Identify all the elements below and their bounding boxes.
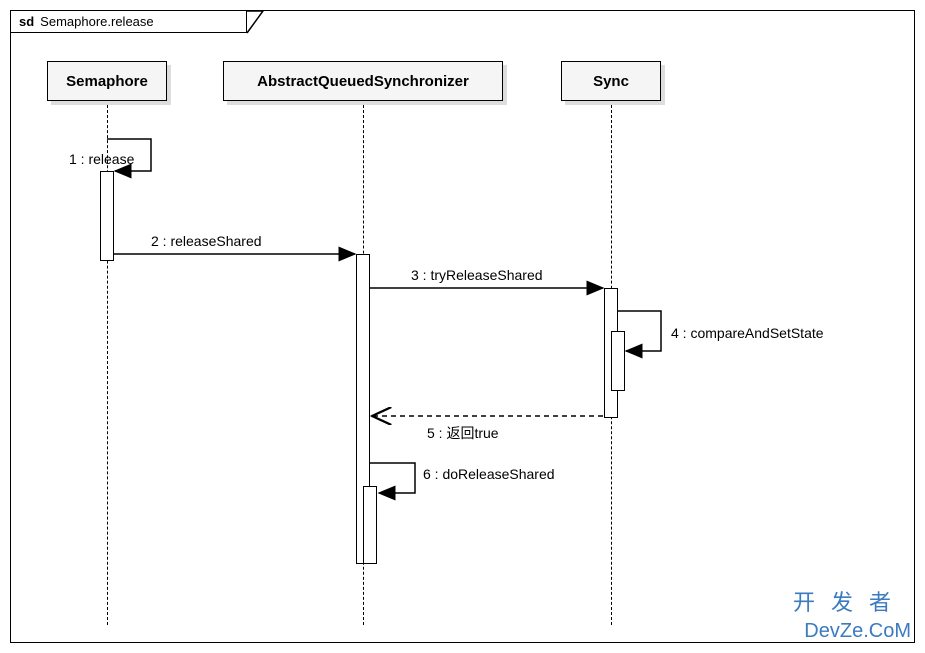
participant-sync: Sync	[561, 61, 661, 101]
msg-releaseShared: 2 : releaseShared	[151, 233, 262, 249]
diagram-title: Semaphore.release	[40, 14, 153, 29]
msg-tryReleaseShared: 3 : tryReleaseShared	[411, 267, 543, 283]
diagram-frame: sd Semaphore.release Semaphore AbstractQ…	[10, 10, 915, 643]
watermark-en: DevZe.CoM	[804, 620, 911, 643]
msg-release: 1 : release	[69, 151, 134, 167]
participant-semaphore: Semaphore	[47, 61, 167, 101]
activation-aqs-2	[363, 486, 377, 564]
msg-return-true: 5 : 返回true	[427, 423, 499, 443]
msg-compareAndSetState: 4 : compareAndSetState	[671, 325, 824, 341]
watermark-cn: 开发者	[793, 585, 907, 617]
diagram-title-tab: sd Semaphore.release	[11, 11, 247, 33]
activation-semaphore	[100, 171, 114, 261]
activation-sync-2	[611, 331, 625, 391]
sequence-diagram: sd Semaphore.release Semaphore AbstractQ…	[0, 0, 925, 653]
participant-aqs: AbstractQueuedSynchronizer	[223, 61, 503, 101]
title-prefix: sd	[19, 14, 34, 29]
msg-doReleaseShared: 6 : doReleaseShared	[423, 466, 555, 482]
